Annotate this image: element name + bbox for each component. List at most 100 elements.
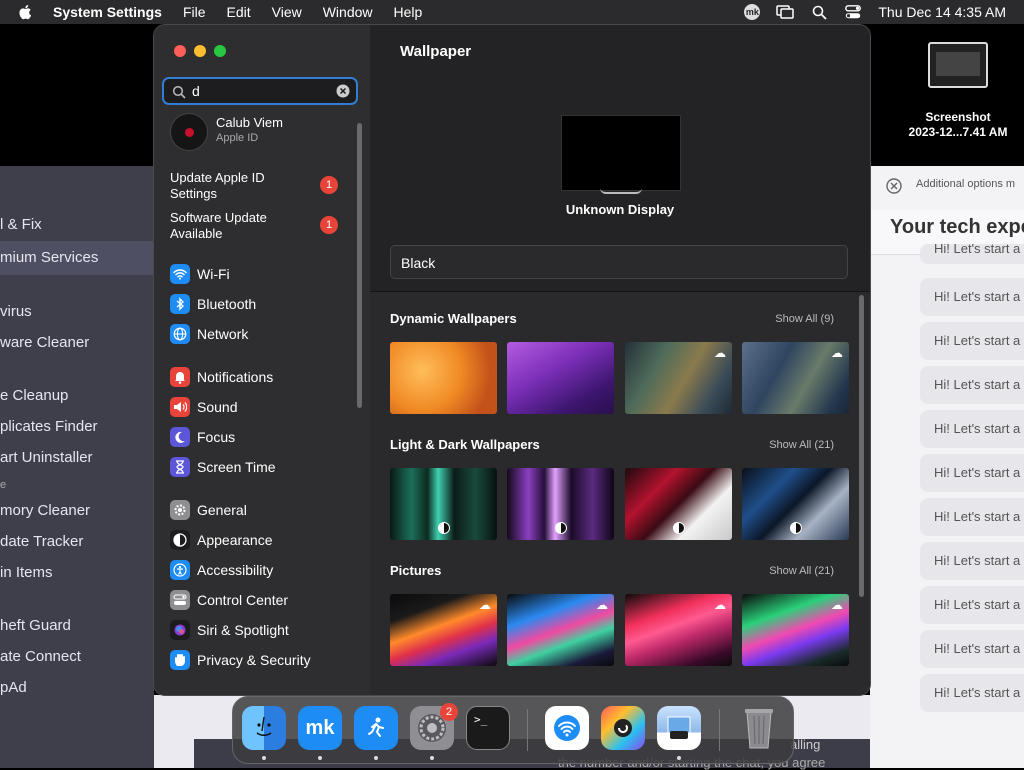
globe-icon — [170, 324, 190, 344]
wallpaper-thumbnail[interactable]: ☁ — [742, 342, 849, 414]
chat-message[interactable]: Hi! Let's start a — [920, 542, 1024, 580]
chat-message[interactable]: Hi! Let's start a — [920, 244, 1024, 264]
wallpaper-thumbnail[interactable]: ☁ — [625, 594, 732, 666]
bg-item[interactable]: mory Cleaner — [0, 502, 90, 519]
download-cloud-icon[interactable]: ☁ — [714, 346, 726, 360]
sidebar-item-siri-spotlight[interactable]: Siri & Spotlight — [170, 619, 289, 641]
show-all-pictures-button[interactable]: Show All (21) — [769, 565, 834, 577]
zoom-window-button[interactable] — [214, 45, 226, 57]
bg-item[interactable]: in Items — [0, 564, 53, 581]
chat-message[interactable]: Hi! Let's start a — [920, 278, 1024, 316]
chat-message[interactable]: Hi! Let's start a — [920, 454, 1024, 492]
sidebar-item-wifi[interactable]: Wi-Fi — [170, 263, 230, 285]
spotlight-search-icon[interactable] — [810, 4, 828, 20]
trash-icon[interactable] — [737, 706, 781, 750]
mackeeper-menu-icon[interactable]: mk — [744, 4, 761, 20]
close-window-button[interactable] — [174, 45, 186, 57]
finder-icon[interactable] — [242, 706, 286, 750]
wallpaper-thumbnail[interactable] — [507, 342, 614, 414]
menu-clock[interactable]: Thu Dec 14 4:35 AM — [878, 4, 1006, 20]
wallpaper-thumbnail[interactable] — [390, 342, 497, 414]
download-cloud-icon[interactable]: ☁ — [479, 598, 491, 612]
gallery-scrollbar[interactable] — [859, 295, 864, 597]
wifi-explorer-icon[interactable] — [545, 706, 589, 750]
show-all-light-dark-button[interactable]: Show All (21) — [769, 439, 834, 451]
notice-software-update[interactable]: Software Update Available — [170, 210, 310, 242]
clear-search-icon[interactable] — [336, 84, 350, 98]
notice-update-apple-id[interactable]: Update Apple ID Settings — [170, 170, 310, 202]
desktop-file-name: Screenshot 2023-12...7.41 AM — [908, 110, 1008, 139]
sidebar-item-bluetooth[interactable]: Bluetooth — [170, 293, 256, 315]
wallpaper-thumbnail[interactable] — [625, 468, 732, 540]
wallpaper-thumbnail[interactable]: ☁ — [742, 594, 849, 666]
download-cloud-icon[interactable]: ☁ — [596, 598, 608, 612]
settings-search-input[interactable]: d — [162, 77, 358, 105]
sidebar-item-network[interactable]: Network — [170, 323, 248, 345]
bg-item[interactable]: heft Guard — [0, 617, 71, 634]
gear-icon — [170, 500, 190, 520]
wallpaper-select[interactable]: Black — [390, 245, 848, 279]
bg-item[interactable]: pAd — [0, 679, 27, 696]
apple-logo-icon[interactable] — [17, 3, 35, 21]
sidebar-item-sound[interactable]: Sound — [170, 396, 237, 418]
bg-item[interactable]: date Tracker — [0, 533, 83, 550]
sidebar-item-focus[interactable]: Focus — [170, 426, 235, 448]
terminal-icon[interactable]: >_ — [466, 706, 510, 750]
notification-badge: 2 — [440, 703, 458, 721]
bg-item[interactable]: l & Fix — [0, 216, 42, 233]
menu-file[interactable]: File — [183, 4, 206, 20]
bg-item[interactable]: mium Services — [0, 249, 98, 266]
control-center-icon[interactable] — [844, 4, 862, 20]
light-dark-mode-icon — [672, 522, 685, 534]
chat-message[interactable]: Hi! Let's start a — [920, 366, 1024, 404]
download-cloud-icon[interactable]: ☁ — [831, 346, 843, 360]
sidebar-item-screen-time[interactable]: Screen Time — [170, 456, 276, 478]
menu-view[interactable]: View — [272, 4, 302, 20]
desktop-screenshot-file[interactable]: Screenshot 2023-12...7.41 AM — [896, 42, 1020, 140]
sidebar-item-notifications[interactable]: Notifications — [170, 366, 273, 388]
system-toolkit-icon[interactable] — [601, 706, 645, 750]
wallpaper-gallery: Dynamic Wallpapers Show All (9) ☁ ☁ Ligh… — [370, 292, 870, 695]
chat-message[interactable]: Hi! Let's start a — [920, 586, 1024, 624]
section-title-pictures: Pictures — [390, 563, 442, 578]
wallpaper-thumbnail[interactable] — [390, 468, 497, 540]
chat-message[interactable]: Hi! Let's start a — [920, 322, 1024, 360]
bg-item[interactable]: art Uninstaller — [0, 449, 93, 466]
fitness-runner-icon[interactable] — [354, 706, 398, 750]
bg-item[interactable]: ate Connect — [0, 648, 81, 665]
wallpaper-thumbnail[interactable]: ☁ — [507, 594, 614, 666]
chat-message[interactable]: Hi! Let's start a — [920, 630, 1024, 668]
bg-item[interactable]: virus — [0, 303, 32, 320]
menu-window[interactable]: Window — [323, 4, 373, 20]
wallpaper-thumbnail[interactable] — [507, 468, 614, 540]
chat-message[interactable]: Hi! Let's start a — [920, 498, 1024, 536]
mackeeper-icon[interactable]: mk — [298, 706, 342, 750]
sidebar-item-privacy-security[interactable]: Privacy & Security — [170, 649, 311, 671]
sidebar-scrollbar[interactable] — [357, 123, 362, 408]
bg-item[interactable]: ware Cleaner — [0, 334, 89, 351]
download-cloud-icon[interactable]: ☁ — [831, 598, 843, 612]
minimize-window-button[interactable] — [194, 45, 206, 57]
appearance-icon — [170, 530, 190, 550]
search-icon — [172, 85, 186, 99]
sidebar-item-general[interactable]: General — [170, 499, 247, 521]
preview-icon[interactable] — [657, 706, 701, 750]
sidebar-item-appearance[interactable]: Appearance — [170, 529, 273, 551]
download-cloud-icon[interactable]: ☁ — [714, 598, 726, 612]
wallpaper-thumbnail[interactable] — [742, 468, 849, 540]
sidebar-item-accessibility[interactable]: Accessibility — [170, 559, 273, 581]
menu-edit[interactable]: Edit — [227, 4, 251, 20]
sidebar-item-control-center[interactable]: Control Center — [170, 589, 288, 611]
bg-item[interactable]: e Cleanup — [0, 387, 68, 404]
screen-mirroring-icon[interactable] — [776, 4, 795, 20]
wallpaper-thumbnail[interactable]: ☁ — [390, 594, 497, 666]
wallpaper-thumbnail[interactable]: ☁ — [625, 342, 732, 414]
show-all-dynamic-button[interactable]: Show All (9) — [775, 313, 834, 325]
app-menu-system-settings[interactable]: System Settings — [53, 4, 162, 20]
chat-message[interactable]: Hi! Let's start a — [920, 410, 1024, 448]
menu-bar: System Settings File Edit View Window He… — [0, 0, 1024, 24]
menu-help[interactable]: Help — [394, 4, 423, 20]
close-icon[interactable] — [886, 178, 902, 194]
bg-item[interactable]: plicates Finder — [0, 418, 98, 435]
chat-message[interactable]: Hi! Let's start a — [920, 674, 1024, 712]
